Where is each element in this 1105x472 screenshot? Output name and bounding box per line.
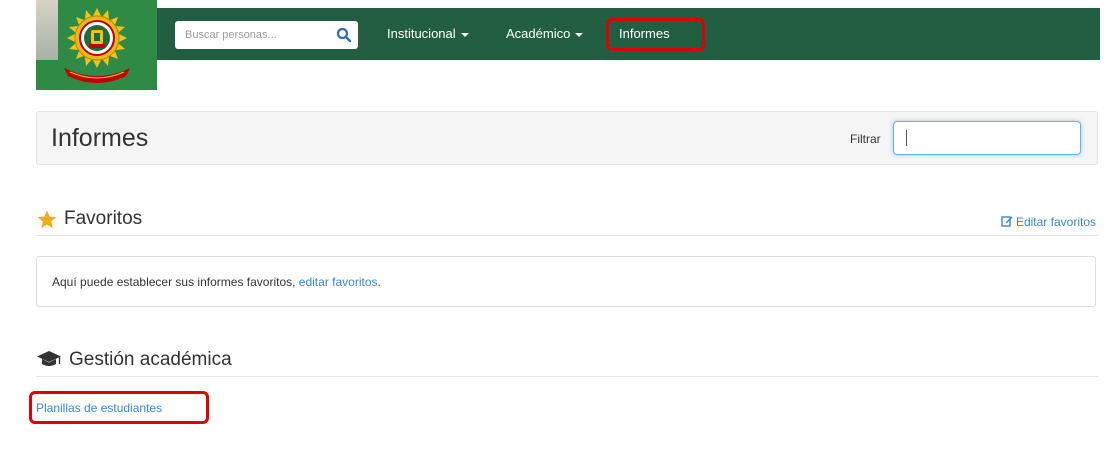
nav-institucional[interactable]: Institucional: [387, 26, 469, 41]
chevron-down-icon: [460, 32, 469, 37]
edit-icon: [1001, 216, 1013, 227]
nav-institucional-label: Institucional: [387, 26, 456, 41]
nav-academico[interactable]: Académico: [506, 26, 584, 41]
search-input[interactable]: [175, 21, 335, 49]
favorites-title: Favoritos: [64, 208, 143, 229]
favorites-panel: Aquí puede establecer sus informes favor…: [36, 256, 1096, 307]
people-search: [175, 21, 358, 49]
favorites-message: Aquí puede establecer sus informes favor…: [52, 275, 381, 289]
chevron-down-icon: [575, 32, 584, 37]
graduation-cap-icon: [37, 351, 61, 366]
search-icon[interactable]: [336, 27, 352, 43]
page-title: Informes: [51, 124, 149, 152]
text-cursor: [906, 130, 907, 146]
favorites-header: Favoritos Editar favoritos: [36, 207, 1098, 236]
page-header-panel: Informes Filtrar: [36, 111, 1098, 165]
favorites-message-end: .: [377, 275, 381, 289]
nav-academico-label: Académico: [506, 26, 571, 41]
filter-input[interactable]: [893, 121, 1081, 155]
academic-header: Gestión académica: [36, 346, 1098, 377]
highlight-planillas: [29, 391, 209, 424]
filter-label: Filtrar: [850, 132, 881, 146]
edit-favorites-label: Editar favoritos: [1015, 215, 1096, 229]
top-strip: [0, 0, 1105, 8]
institution-logo[interactable]: [36, 0, 157, 90]
edit-favorites-link[interactable]: editar favoritos: [299, 275, 378, 289]
highlight-informes-nav: [606, 18, 705, 51]
edit-favorites-button[interactable]: Editar favoritos: [1001, 215, 1096, 229]
favorites-message-text: Aquí puede establecer sus informes favor…: [52, 275, 299, 289]
academic-title: Gestión académica: [69, 349, 232, 370]
logo-emblem-icon: [64, 8, 130, 83]
star-icon: [37, 210, 57, 229]
